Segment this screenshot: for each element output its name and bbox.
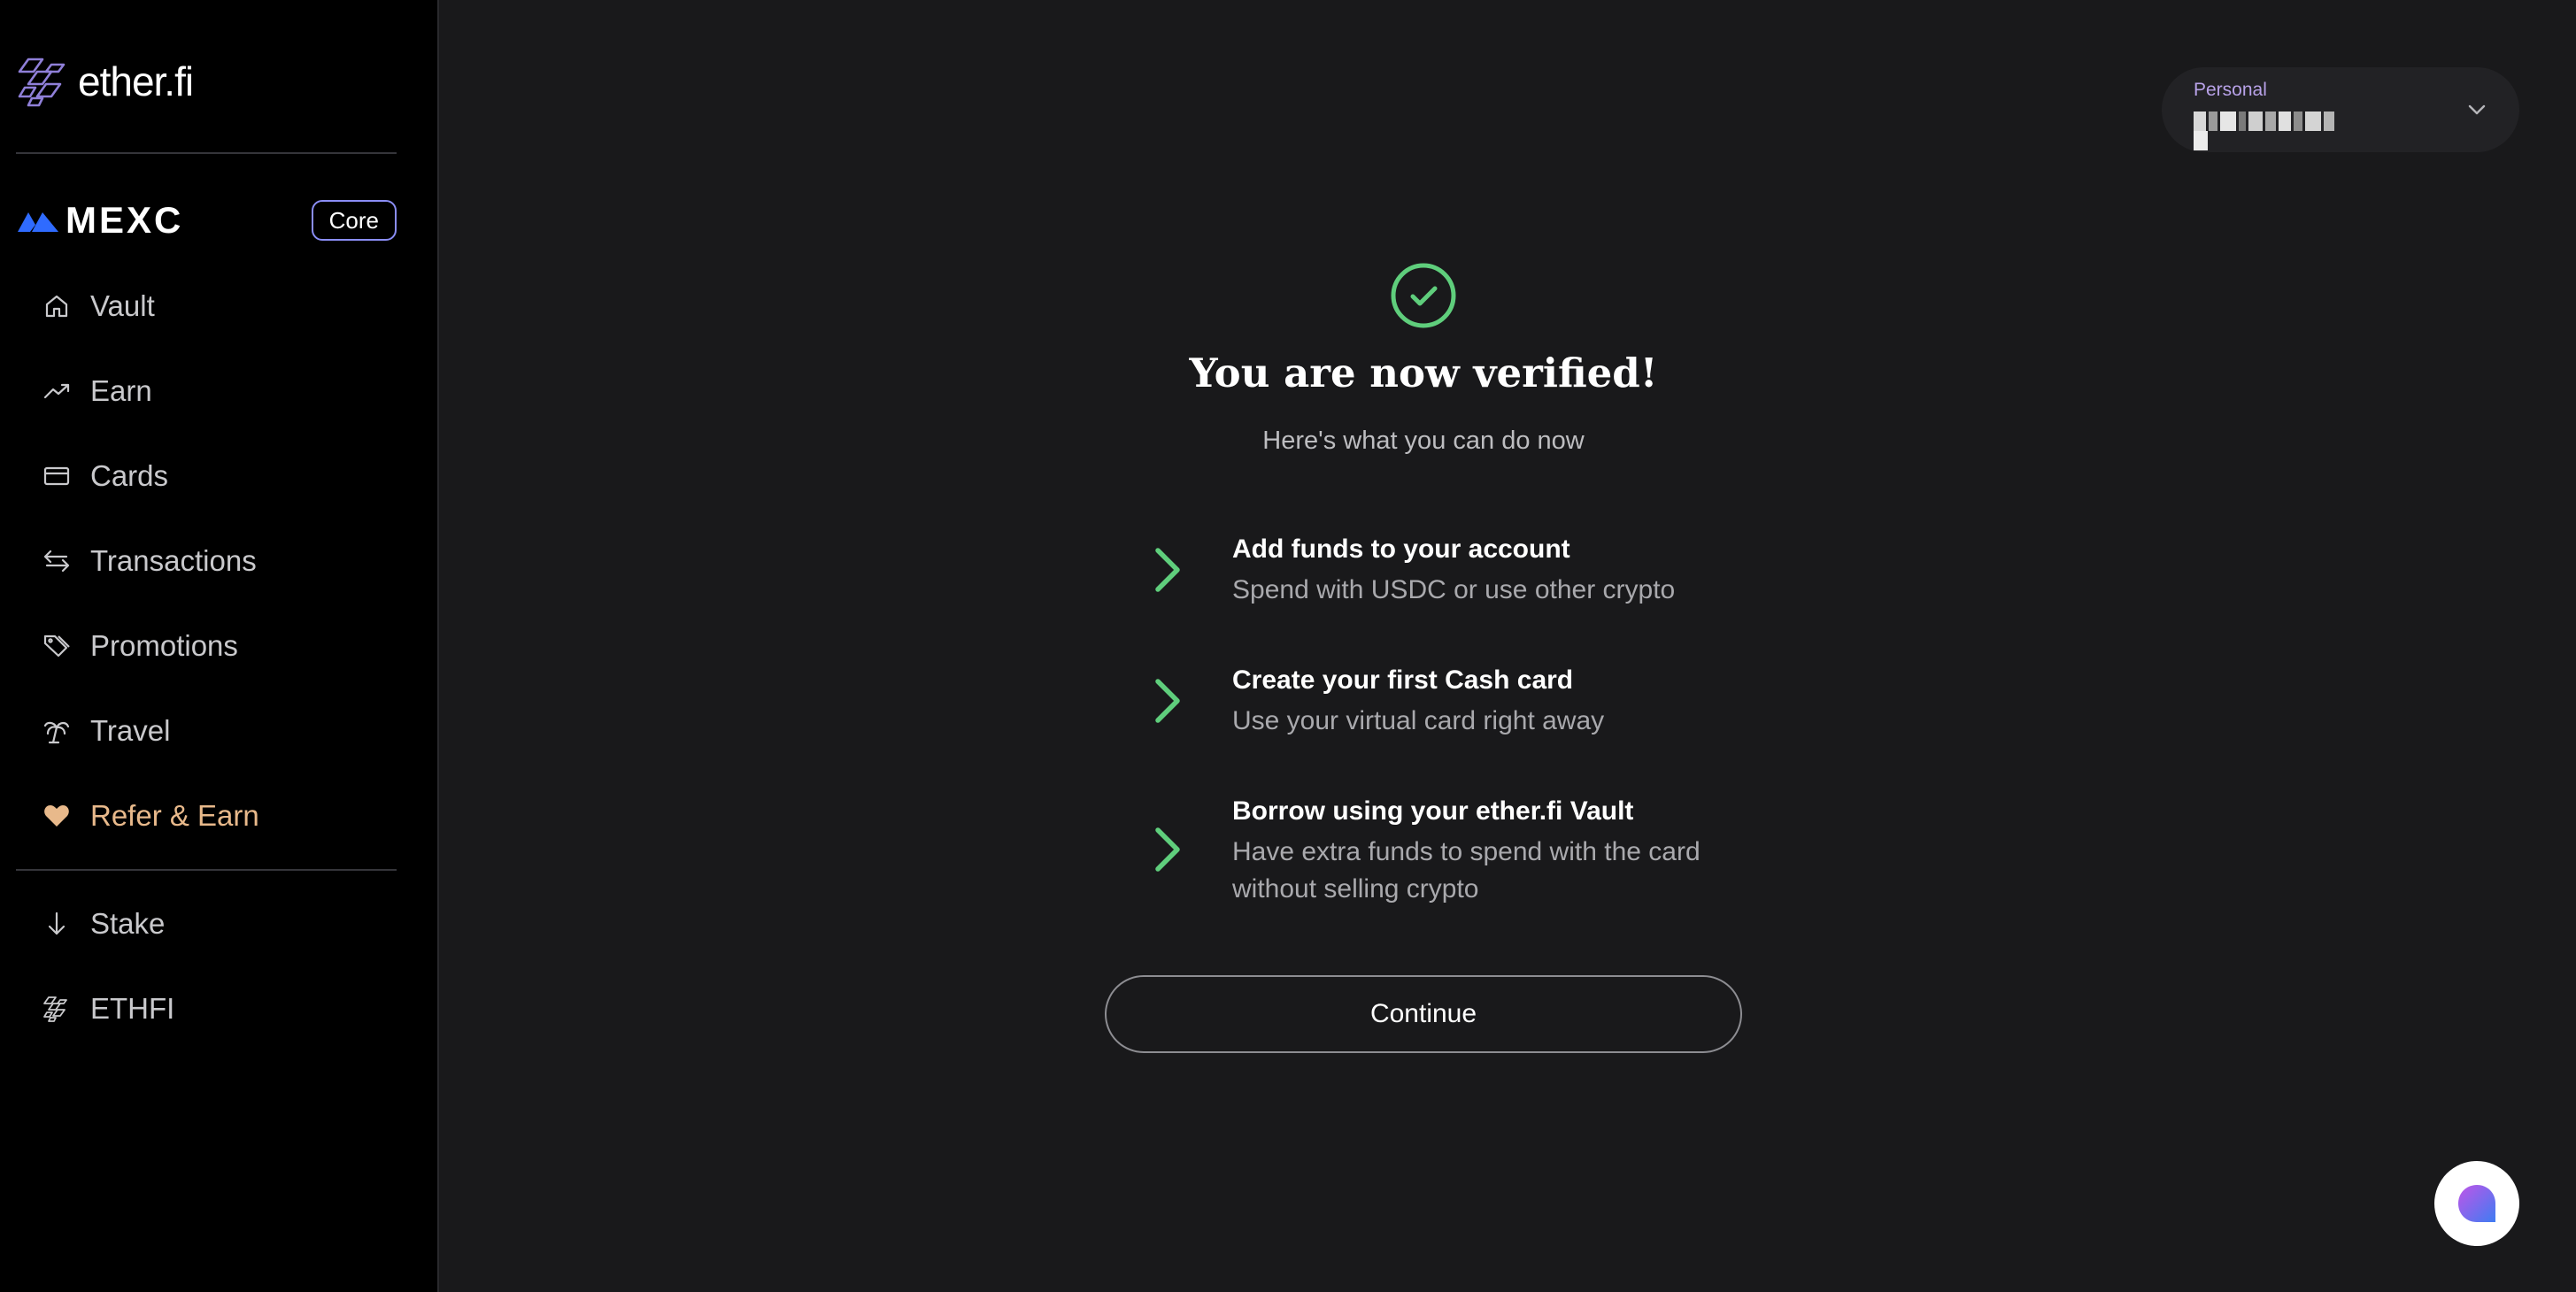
swap-arrows-icon [39, 543, 74, 579]
sidebar-item-label: Transactions [90, 544, 257, 577]
chat-bubble-icon [2458, 1185, 2495, 1222]
palm-tree-icon [39, 713, 74, 749]
sidebar-item-vault[interactable]: Vault [39, 280, 155, 333]
account-switcher[interactable]: Personal [2162, 67, 2519, 152]
sidebar-item-cards[interactable]: Cards [39, 450, 168, 503]
step-create-card[interactable]: Create your first Cash card Use your vir… [1147, 665, 1767, 745]
sidebar-item-promotions[interactable]: Promotions [39, 619, 238, 673]
brand-logo[interactable]: ether.fi [16, 51, 194, 112]
step-description: Have extra funds to spend with the card … [1232, 837, 1701, 904]
chevron-right-icon [1155, 827, 1180, 872]
step-title: Create your first Cash card [1232, 665, 1574, 695]
chevron-right-icon [1155, 548, 1180, 592]
page-subtitle: Here's what you can do now [1262, 427, 1585, 455]
step-title: Borrow using your ether.fi Vault [1232, 796, 1634, 826]
account-value-obscured [2194, 112, 2344, 150]
arrow-down-icon [39, 906, 74, 942]
sidebar: ether.fi MEXC Core Vault Earn Cards Tran… [0, 0, 439, 1292]
credit-card-icon [39, 458, 74, 494]
step-title: Add funds to your account [1232, 534, 1570, 564]
etherfi-logo-icon [39, 991, 74, 1027]
sidebar-item-label: Stake [90, 907, 166, 940]
support-chat-button[interactable] [2434, 1161, 2519, 1246]
sidebar-item-stake[interactable]: Stake [39, 897, 165, 950]
sidebar-item-label: ETHFI [90, 992, 175, 1025]
sidebar-divider [16, 869, 397, 871]
sidebar-item-transactions[interactable]: Transactions [39, 534, 257, 588]
step-description: Use your virtual card right away [1232, 706, 1605, 735]
etherfi-logo-icon [18, 58, 66, 107]
continue-button[interactable]: Continue [1105, 975, 1742, 1053]
partner-name: MEXC [66, 199, 184, 241]
account-type-label: Personal [2194, 80, 2267, 100]
sidebar-divider [16, 152, 397, 154]
step-description: Spend with USDC or use other crypto [1232, 575, 1676, 604]
sidebar-item-label: Cards [90, 459, 169, 492]
partner-header: MEXC Core [16, 198, 397, 242]
brand-name: ether.fi [78, 58, 194, 104]
step-add-funds[interactable]: Add funds to your account Spend with USD… [1147, 534, 1767, 614]
heart-icon [39, 798, 74, 834]
sidebar-item-label: Refer & Earn [90, 799, 259, 832]
home-icon [39, 288, 74, 324]
core-badge[interactable]: Core [311, 200, 397, 241]
sidebar-item-label: Vault [90, 289, 155, 322]
sidebar-item-label: Promotions [90, 629, 238, 662]
check-circle-icon [1391, 263, 1456, 328]
page-title: You are now verified! [1189, 350, 1658, 396]
sidebar-item-refer-earn[interactable]: Refer & Earn [39, 789, 259, 842]
sidebar-item-travel[interactable]: Travel [39, 704, 170, 758]
step-borrow-vault[interactable]: Borrow using your ether.fi Vault Have ex… [1147, 796, 1767, 913]
chevron-down-icon [2468, 104, 2486, 115]
sidebar-item-label: Travel [90, 714, 171, 747]
chevron-right-icon [1155, 679, 1180, 723]
tags-icon [39, 628, 74, 664]
sidebar-item-ethfi[interactable]: ETHFI [39, 982, 174, 1035]
mexc-logo-icon [18, 212, 58, 232]
app-root: ether.fi MEXC Core Vault Earn Cards Tran… [0, 0, 2576, 1292]
